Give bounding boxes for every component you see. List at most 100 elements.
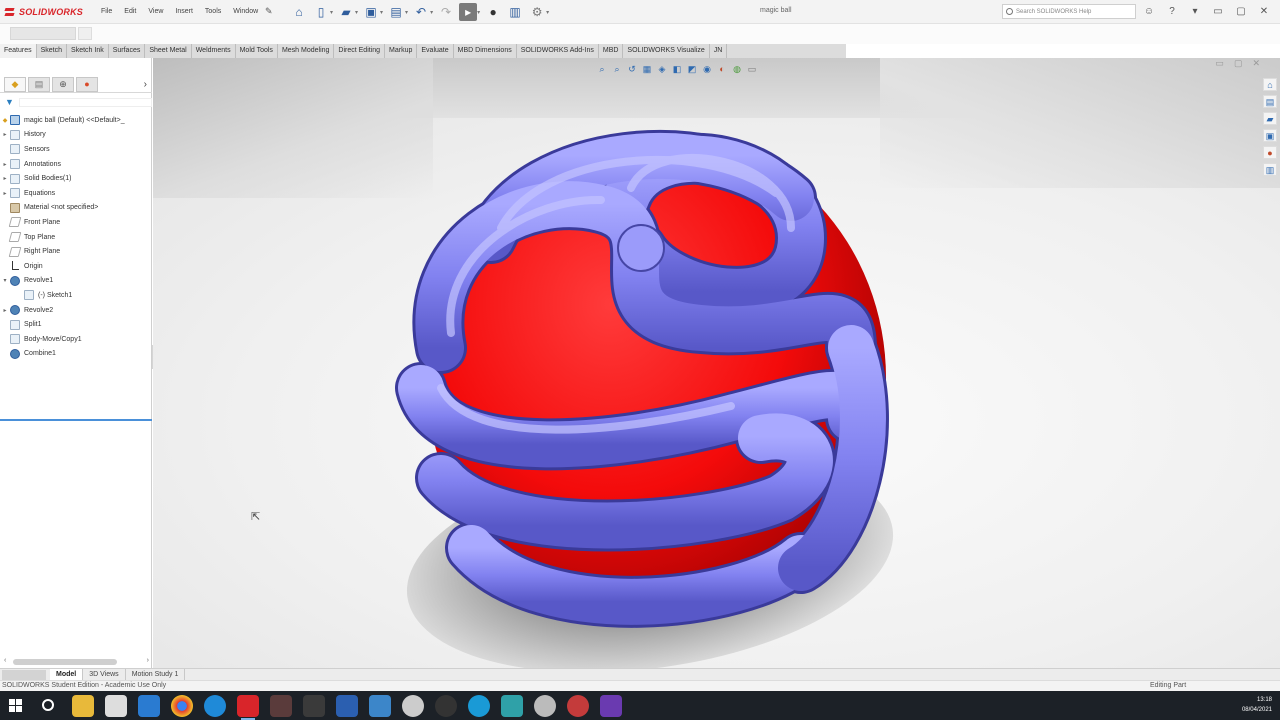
zoom-to-fit-icon[interactable]: ⌕ [596, 63, 608, 75]
command-placeholder[interactable] [10, 27, 76, 40]
view-palette-icon[interactable]: ▣ [1263, 129, 1277, 142]
app-icon-10[interactable] [369, 695, 391, 717]
tab-3d-views[interactable]: 3D Views [83, 669, 126, 680]
magic-ball-model[interactable] [381, 88, 921, 648]
view-orientation-icon[interactable]: ◧ [671, 63, 683, 75]
tab-mesh-modeling[interactable]: Mesh Modeling [278, 44, 335, 58]
undo-dropdown-icon[interactable]: ▾ [430, 9, 433, 16]
command-placeholder-small[interactable] [78, 27, 92, 40]
taskbar-clock[interactable]: 13:18 08/04/2021 [1242, 695, 1272, 715]
select-pointer-icon[interactable]: ▸ [459, 3, 478, 21]
menu-tools[interactable]: Tools [199, 8, 227, 15]
tree-item-body-move-copy1[interactable]: Body-Move/Copy1 [0, 332, 152, 347]
expand-arrow-icon[interactable]: ▾ [0, 277, 10, 284]
tree-item-combine1[interactable]: Combine1 [0, 347, 152, 362]
dynamic-annotation-icon[interactable]: ◈ [656, 63, 668, 75]
tree-item-history[interactable]: ▸ History [0, 128, 152, 143]
tree-item-right-plane[interactable]: Right Plane [0, 244, 152, 259]
design-library-icon[interactable]: ▤ [1263, 95, 1277, 108]
print-icon[interactable]: ▤ [387, 3, 405, 21]
rollback-bar[interactable] [0, 419, 152, 421]
chrome-app-icon[interactable] [171, 695, 193, 717]
app-icon-11[interactable] [402, 695, 424, 717]
menu-view[interactable]: View [142, 8, 169, 15]
tab-sketch-ink[interactable]: Sketch Ink [67, 44, 109, 58]
options-gear-icon[interactable]: ⚙ [528, 3, 546, 21]
tab-mold-tools[interactable]: Mold Tools [236, 44, 278, 58]
print-dropdown-icon[interactable]: ▾ [405, 9, 408, 16]
open-folder-icon[interactable]: ▰ [337, 3, 355, 21]
horizontal-scrollbar[interactable]: ‹ › [4, 657, 149, 666]
expand-arrow-icon[interactable]: ▸ [0, 190, 10, 197]
solidworks-app-icon[interactable] [237, 695, 259, 720]
options-dropdown-icon[interactable]: ▾ [546, 9, 549, 16]
visual-studio-app-icon[interactable] [600, 695, 622, 717]
open-dropdown-icon[interactable]: ▾ [355, 9, 358, 16]
tree-filter[interactable]: ▼ [5, 96, 152, 108]
user-account-icon[interactable]: ☺ [1142, 5, 1156, 19]
taskbar-search-icon[interactable] [42, 699, 54, 711]
tab-markup[interactable]: Markup [385, 44, 418, 58]
graphics-area[interactable]: ⌕ ⌕ ↺ ▦ ◈ ◧ ◩ ◉ ◐ ◍ ▭ ▭ ▢ ✕ ⌂ ▤ ▰ ▣ ● ▥ … [153, 58, 1280, 668]
feature-manager-tab-icon[interactable]: ◆ [4, 76, 26, 92]
expand-arrow-icon[interactable]: ▸ [0, 307, 10, 314]
word-app-icon[interactable] [336, 695, 358, 717]
property-manager-tab-icon[interactable]: ▤ [28, 76, 50, 92]
tab-evaluate[interactable]: Evaluate [417, 44, 454, 58]
tree-item-sketch1[interactable]: (-) Sketch1 [0, 288, 152, 303]
tab-navigation-arrows[interactable] [2, 669, 46, 680]
menu-window[interactable]: Window [227, 8, 264, 15]
doc-restore-icon[interactable]: ▢ [1234, 58, 1243, 69]
tab-surfaces[interactable]: Surfaces [109, 44, 146, 58]
store-app-icon[interactable] [105, 695, 127, 717]
file-explorer-icon[interactable]: ▰ [1263, 112, 1277, 125]
close-window-icon[interactable]: ✕ [1257, 5, 1271, 19]
tab-solidworks-visualize[interactable]: SOLIDWORKS Visualize [623, 44, 710, 58]
menu-file[interactable]: File [95, 8, 118, 15]
tab-sketch[interactable]: Sketch [37, 44, 68, 58]
hide-show-items-icon[interactable]: ◉ [701, 63, 713, 75]
zoom-to-area-icon[interactable]: ⌕ [611, 63, 623, 75]
help-search-input[interactable]: Search SOLIDWORKS Help [1002, 4, 1136, 19]
tree-item-annotations[interactable]: ▸ Annotations [0, 157, 152, 172]
solidworks-logo[interactable]: SOLIDWORKS [4, 5, 83, 19]
solidworks-resources-icon[interactable]: ⌂ [1263, 78, 1277, 91]
app-icon-12[interactable] [435, 695, 457, 717]
undo-icon[interactable]: ↶ [412, 3, 430, 21]
edit-appearance-icon[interactable]: ◐ [716, 63, 728, 75]
tab-features[interactable]: Features [0, 44, 37, 58]
select-dropdown-icon[interactable]: ▾ [477, 9, 480, 16]
save-dropdown-icon[interactable]: ▾ [380, 9, 383, 16]
tree-root[interactable]: ◆ magic ball (Default) <<Default>_ [0, 113, 152, 128]
tab-weldments[interactable]: Weldments [192, 44, 236, 58]
tab-mbd-dimensions[interactable]: MBD Dimensions [454, 44, 517, 58]
home-icon[interactable]: ⌂ [290, 3, 308, 21]
help-icon[interactable]: ? [1165, 5, 1179, 19]
menu-insert[interactable]: Insert [169, 8, 199, 15]
app-icon-7[interactable] [270, 695, 292, 717]
tree-item-material[interactable]: Material <not specified> [0, 201, 152, 216]
configuration-manager-tab-icon[interactable]: ⊕ [52, 76, 74, 92]
appearances-scenes-icon[interactable]: ● [1263, 146, 1277, 159]
tab-motion-study-1[interactable]: Motion Study 1 [126, 669, 186, 680]
minimize-window-icon[interactable]: ▭ [1211, 5, 1225, 19]
expand-arrow-icon[interactable]: ▸ [0, 161, 10, 168]
tree-item-origin[interactable]: Origin [0, 259, 152, 274]
app-icon-15[interactable] [534, 695, 556, 717]
custom-properties-icon[interactable]: ▥ [1263, 163, 1277, 176]
tree-item-equations[interactable]: ▸ Equations [0, 186, 152, 201]
file-explorer-app-icon[interactable] [72, 695, 94, 717]
tab-solidworks-add-ins[interactable]: SOLIDWORKS Add-Ins [517, 44, 599, 58]
file-properties-icon[interactable]: ▥ [506, 3, 524, 21]
filter-icon[interactable]: ▼ [5, 97, 15, 107]
scroll-left-icon[interactable]: ‹ [4, 657, 6, 664]
tree-item-revolve1[interactable]: ▾ Revolve1 [0, 274, 152, 289]
tab-direct-editing[interactable]: Direct Editing [334, 44, 386, 58]
app-icon-14[interactable] [501, 695, 523, 717]
redo-icon[interactable]: ↷ [437, 3, 455, 21]
expand-tabs-chevron-icon[interactable]: › [144, 79, 147, 90]
appearance-manager-tab-icon[interactable]: ● [76, 76, 98, 92]
tab-model[interactable]: Model [50, 669, 84, 680]
rebuild-icon[interactable]: ● [484, 3, 502, 21]
browser-app-icon[interactable] [204, 695, 226, 717]
